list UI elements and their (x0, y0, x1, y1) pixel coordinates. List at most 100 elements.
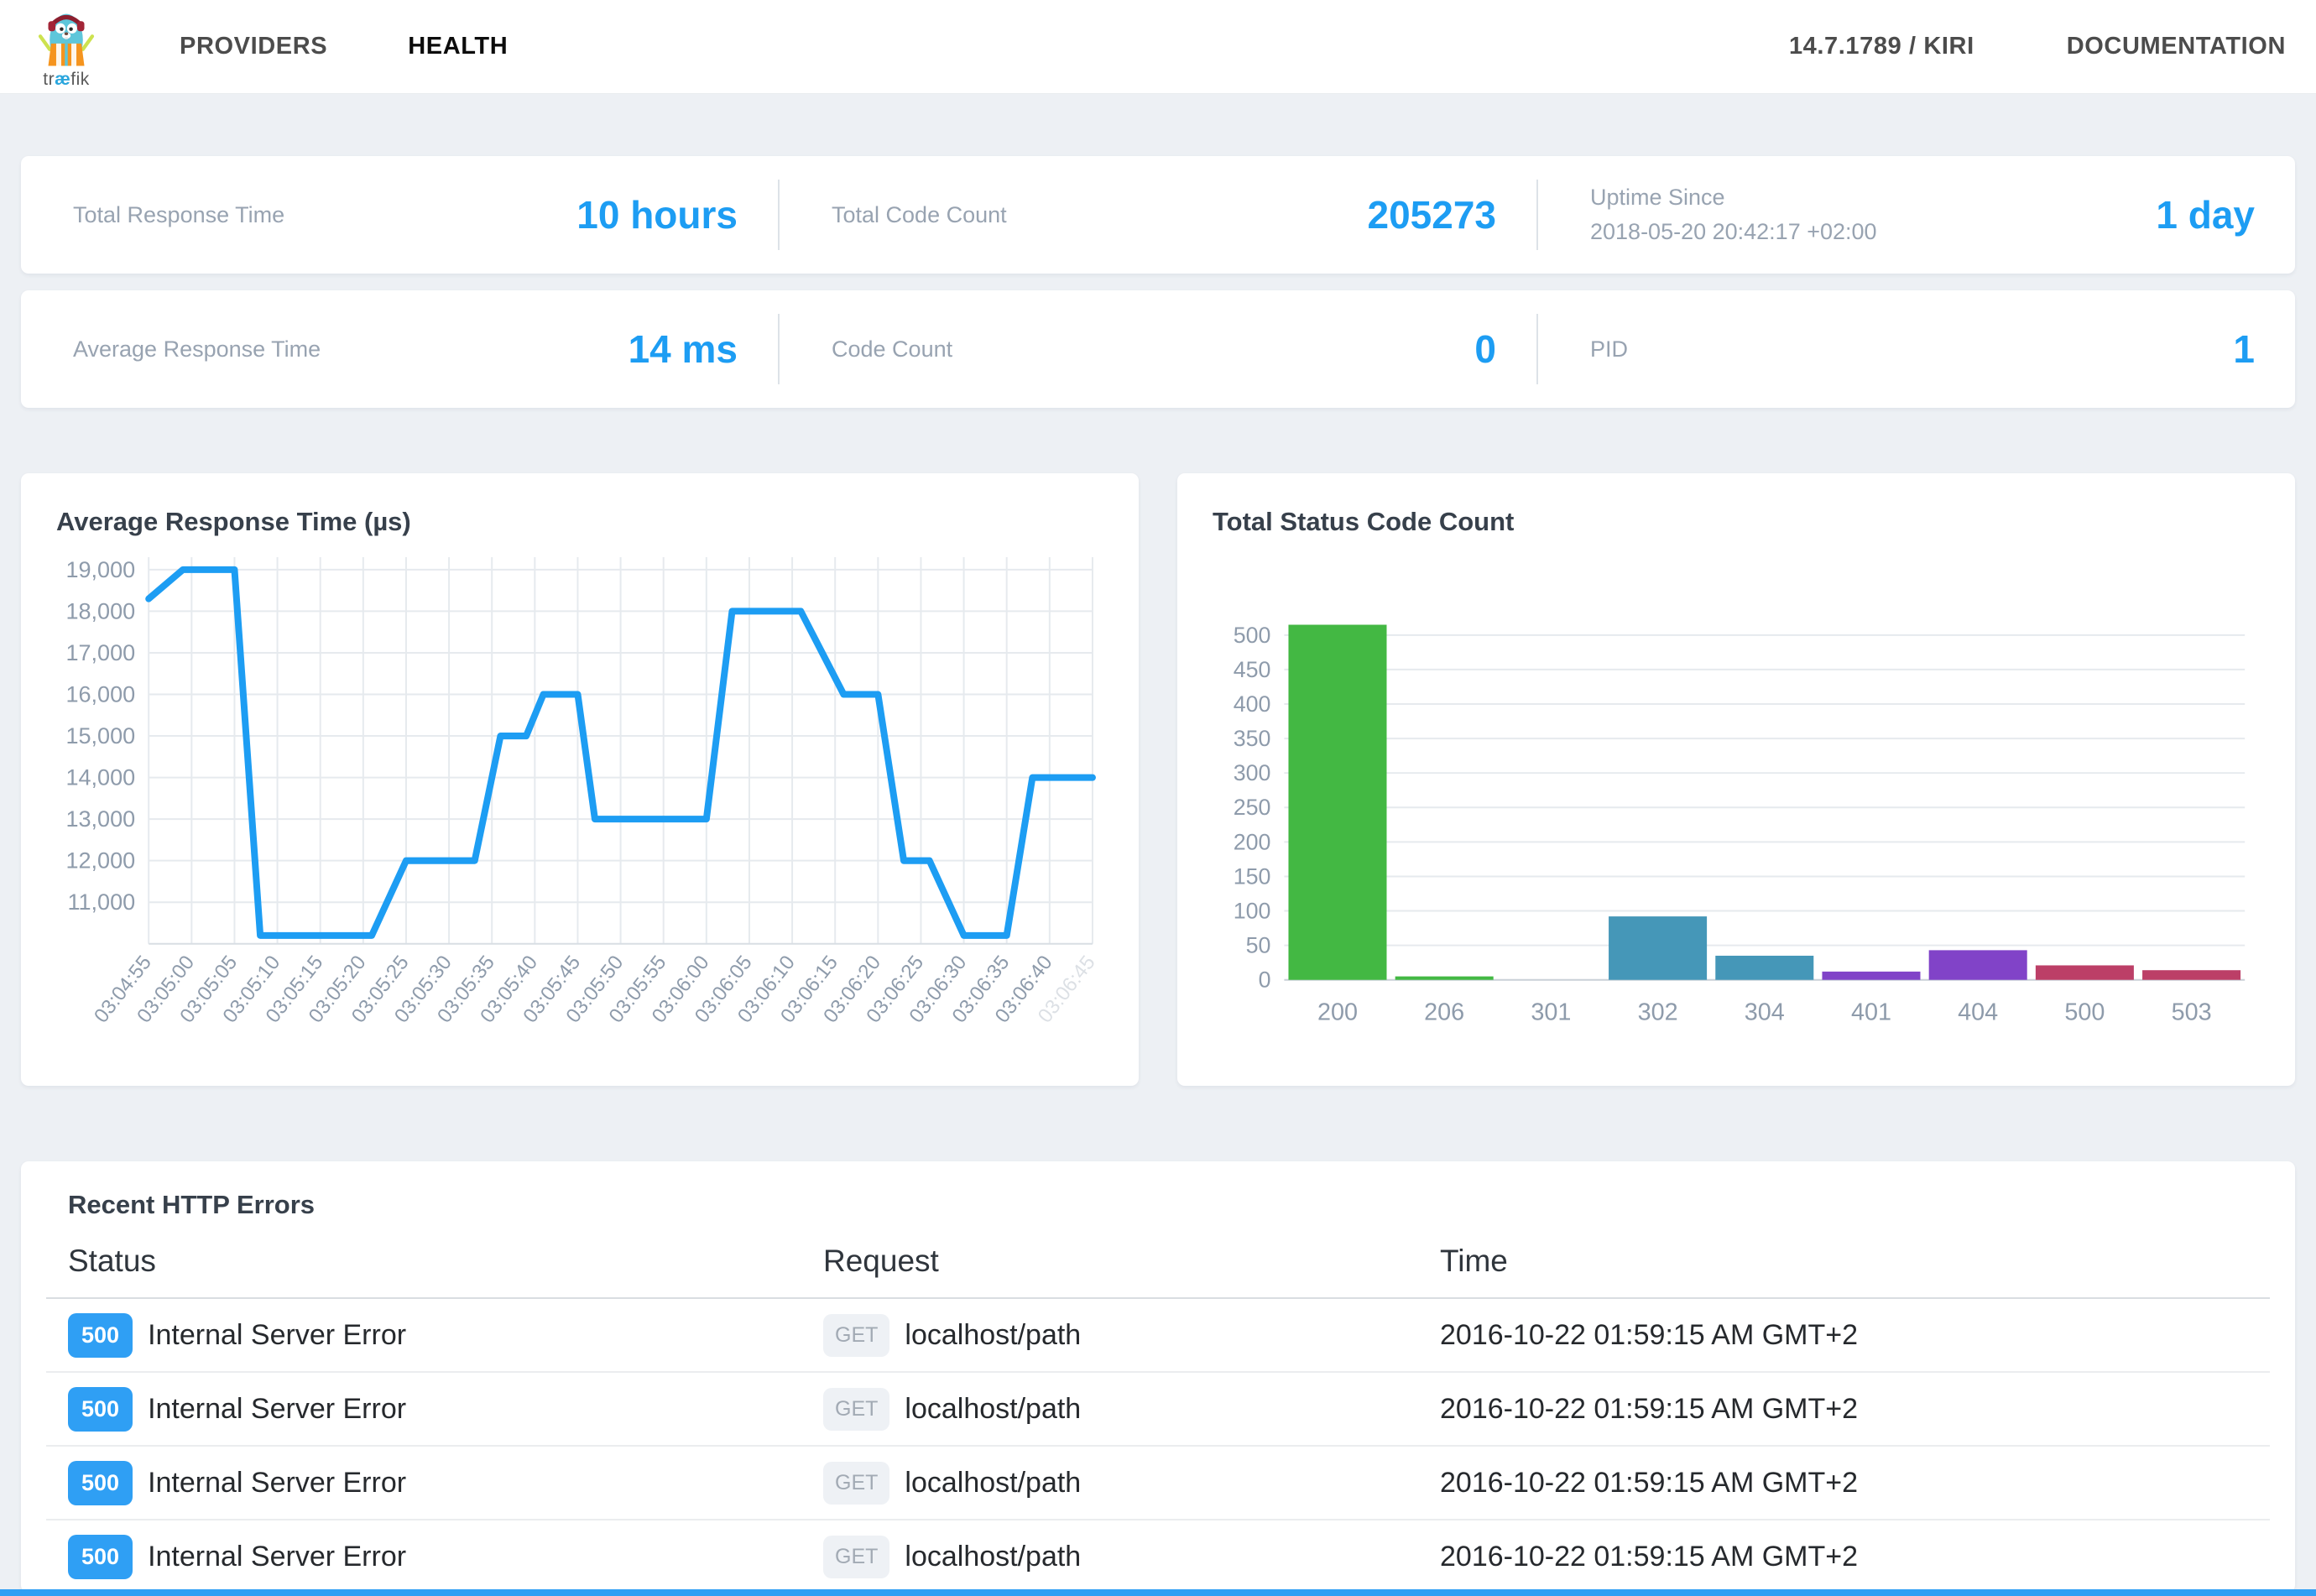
svg-text:206: 206 (1424, 999, 1464, 1025)
svg-text:500: 500 (2064, 999, 2105, 1025)
http-method-badge: GET (823, 1462, 889, 1505)
top-nav: træfik PROVIDERS HEALTH 14.7.1789 / KIRI… (0, 0, 2316, 94)
status-code-badge: 500 (68, 1387, 133, 1432)
stat-average-response-time: Average Response Time 14 ms (21, 290, 778, 408)
stat-label: PID (1590, 336, 1628, 362)
svg-text:16,000: 16,000 (65, 682, 135, 707)
http-method-badge: GET (823, 1536, 889, 1578)
status-code-chart-card: Total Status Code Count 0501001502002503… (1177, 473, 2295, 1086)
stat-value: 14 ms (629, 326, 738, 372)
stat-sublabel: 2018-05-20 20:42:17 +02:00 (1590, 219, 1877, 245)
status-text: Internal Server Error (148, 1393, 406, 1426)
request-cell: GET localhost/path (823, 1536, 1440, 1578)
time-cell: 2016-10-22 01:59:15 AM GMT+2 (1440, 1319, 2270, 1352)
stats-row-1: Total Response Time 10 hours Total Code … (21, 156, 2295, 274)
svg-text:18,000: 18,000 (65, 598, 135, 623)
bottom-progress-bar (0, 1589, 2316, 1596)
request-cell: GET localhost/path (823, 1314, 1440, 1357)
column-header-status: Status (68, 1244, 823, 1279)
time-cell: 2016-10-22 01:59:15 AM GMT+2 (1440, 1393, 2270, 1426)
status-cell: 500 Internal Server Error (68, 1313, 823, 1358)
stat-total-response-time: Total Response Time 10 hours (21, 156, 778, 274)
status-cell: 500 Internal Server Error (68, 1535, 823, 1579)
stat-value: 0 (1474, 326, 1496, 372)
stat-value: 1 (2233, 326, 2255, 372)
svg-text:17,000: 17,000 (65, 640, 135, 665)
stat-label: Total Response Time (73, 202, 284, 228)
nav-item-documentation[interactable]: DOCUMENTATION (2067, 33, 2286, 60)
stat-pid: PID 1 (1538, 290, 2295, 408)
svg-text:500: 500 (1234, 623, 1271, 648)
version-label: 14.7.1789 / KIRI (1789, 33, 1974, 60)
svg-text:12,000: 12,000 (65, 848, 135, 874)
stat-label: Average Response Time (73, 336, 321, 362)
column-header-time: Time (1440, 1244, 2270, 1279)
svg-text:150: 150 (1234, 863, 1271, 889)
request-path: localhost/path (905, 1467, 1081, 1500)
svg-text:200: 200 (1234, 829, 1271, 854)
time-cell: 2016-10-22 01:59:15 AM GMT+2 (1440, 1467, 2270, 1500)
status-cell: 500 Internal Server Error (68, 1461, 823, 1505)
svg-text:404: 404 (1958, 999, 1998, 1025)
request-path: localhost/path (905, 1319, 1081, 1352)
status-code-badge: 500 (68, 1461, 133, 1505)
error-table-row: 500 Internal Server Error GET localhost/… (46, 1373, 2270, 1447)
svg-text:50: 50 (1246, 933, 1271, 958)
stats-row-2: Average Response Time 14 ms Code Count 0… (21, 290, 2295, 408)
svg-text:100: 100 (1234, 898, 1271, 923)
svg-text:15,000: 15,000 (65, 723, 135, 748)
svg-text:450: 450 (1234, 657, 1271, 682)
error-time: 2016-10-22 01:59:15 AM GMT+2 (1440, 1467, 1858, 1500)
status-code-badge: 500 (68, 1535, 133, 1579)
status-code-bar-chart: 0501001502002503003504004505002002063013… (1202, 542, 2270, 1063)
bar-chart-title: Total Status Code Count (1213, 507, 2270, 537)
status-text: Internal Server Error (148, 1319, 406, 1352)
nav-item-providers[interactable]: PROVIDERS (180, 33, 327, 60)
recent-http-errors-card: Recent HTTP Errors Status Request Time 5… (21, 1161, 2295, 1593)
http-method-badge: GET (823, 1388, 889, 1431)
svg-text:14,000: 14,000 (65, 765, 135, 790)
stat-label: Code Count (832, 336, 952, 362)
svg-text:503: 503 (2172, 999, 2212, 1025)
svg-text:13,000: 13,000 (65, 806, 135, 832)
traefik-wordmark: træfik (43, 70, 90, 88)
svg-text:250: 250 (1234, 795, 1271, 820)
nav-item-health[interactable]: HEALTH (408, 33, 508, 60)
request-path: localhost/path (905, 1541, 1081, 1573)
traefik-gopher-icon (30, 6, 102, 70)
traefik-logo[interactable]: træfik (30, 6, 102, 88)
svg-text:200: 200 (1317, 999, 1358, 1025)
errors-table-header: Status Request Time (46, 1244, 2270, 1299)
status-text: Internal Server Error (148, 1541, 406, 1573)
error-table-row: 500 Internal Server Error GET localhost/… (46, 1299, 2270, 1373)
stat-total-code-count: Total Code Count 205273 (780, 156, 1536, 274)
stat-label: Uptime Since (1590, 185, 1877, 211)
svg-text:19,000: 19,000 (65, 557, 135, 582)
svg-text:301: 301 (1531, 999, 1571, 1025)
status-text: Internal Server Error (148, 1467, 406, 1500)
status-cell: 500 Internal Server Error (68, 1387, 823, 1432)
response-time-chart-card: Average Response Time (µs) 03:04:5503:05… (21, 473, 1139, 1086)
error-rows: 500 Internal Server Error GET localhost/… (46, 1299, 2270, 1593)
column-header-request: Request (823, 1244, 1440, 1279)
svg-text:11,000: 11,000 (68, 889, 136, 915)
error-table-row: 500 Internal Server Error GET localhost/… (46, 1447, 2270, 1520)
request-cell: GET localhost/path (823, 1462, 1440, 1505)
svg-text:300: 300 (1234, 760, 1271, 785)
response-time-line-chart: 03:04:5503:05:0003:05:0503:05:1003:05:15… (46, 542, 1114, 1067)
svg-text:350: 350 (1234, 726, 1271, 751)
main-content: Total Response Time 10 hours Total Code … (0, 94, 2316, 1593)
error-time: 2016-10-22 01:59:15 AM GMT+2 (1440, 1393, 1858, 1426)
errors-table-title: Recent HTTP Errors (68, 1190, 2270, 1220)
stat-uptime-since: Uptime Since 2018-05-20 20:42:17 +02:00 … (1538, 156, 2295, 274)
http-method-badge: GET (823, 1314, 889, 1357)
time-cell: 2016-10-22 01:59:15 AM GMT+2 (1440, 1541, 2270, 1573)
line-chart-title: Average Response Time (µs) (56, 507, 1114, 537)
charts-row: Average Response Time (µs) 03:04:5503:05… (21, 473, 2295, 1086)
svg-text:302: 302 (1638, 999, 1678, 1025)
stat-value: 1 day (2156, 192, 2255, 237)
error-time: 2016-10-22 01:59:15 AM GMT+2 (1440, 1319, 1858, 1352)
svg-text:401: 401 (1851, 999, 1891, 1025)
request-path: localhost/path (905, 1393, 1081, 1426)
stat-label: Total Code Count (832, 202, 1007, 228)
